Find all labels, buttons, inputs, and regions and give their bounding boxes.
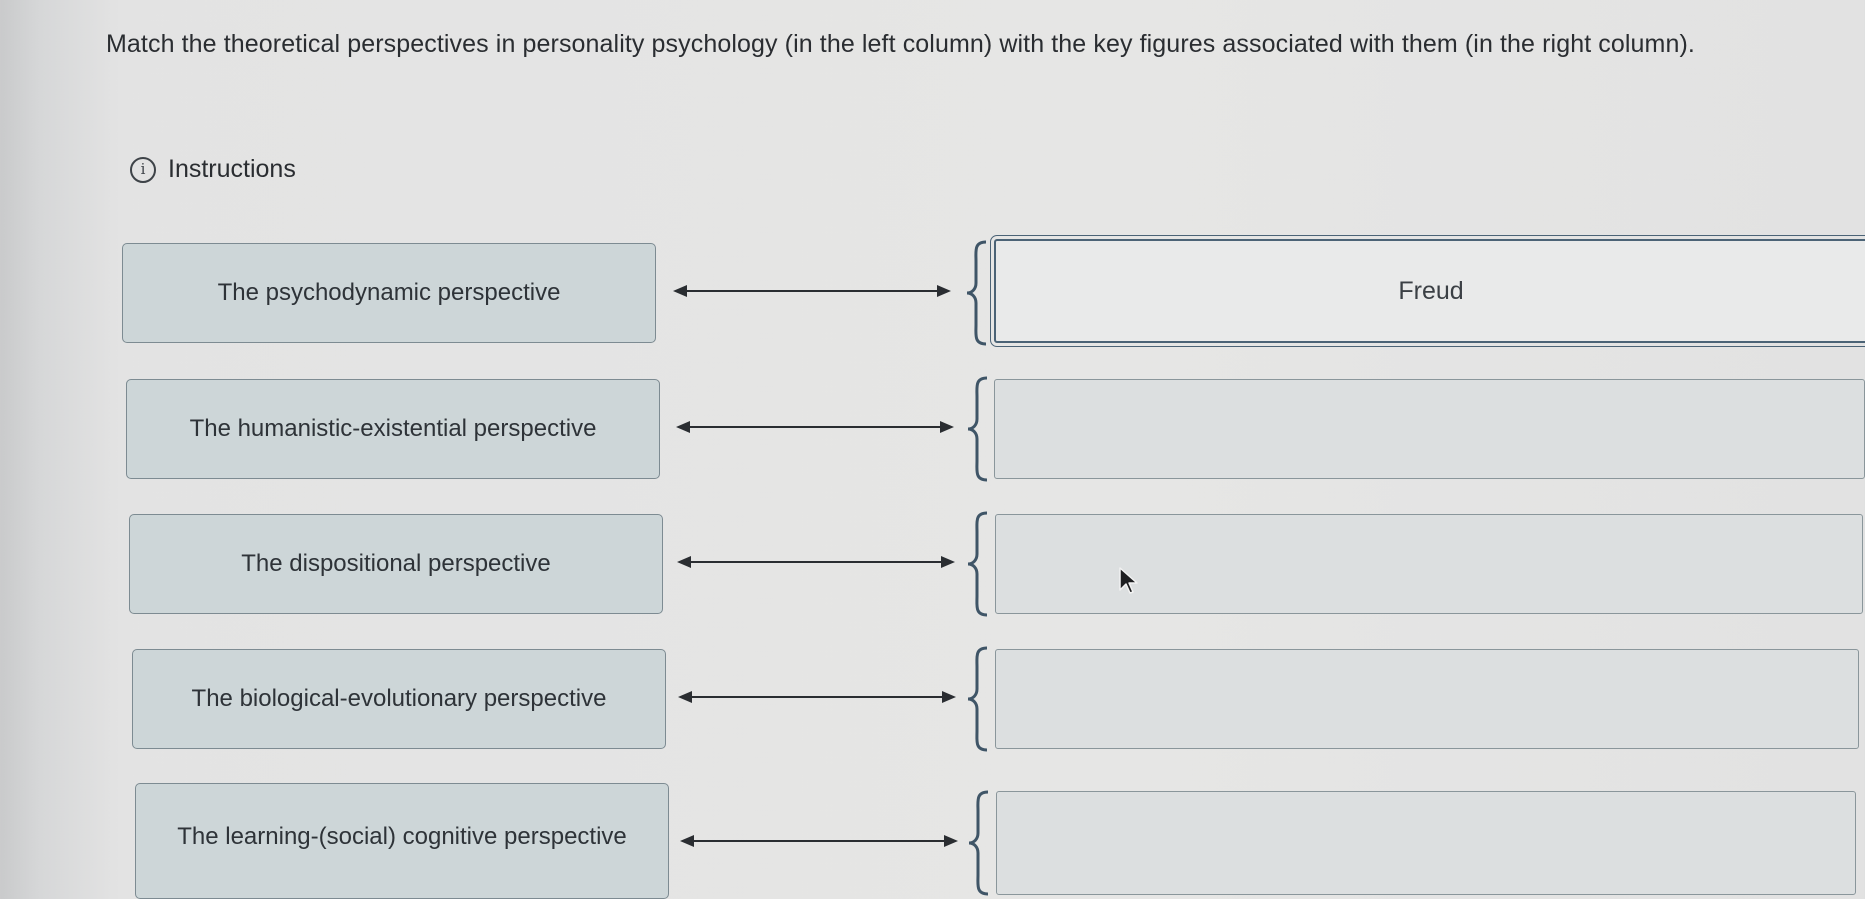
instructions-label: Instructions — [168, 155, 296, 183]
perspective-card-learning-social-cognitive[interactable]: The learning-(social) cognitive perspect… — [135, 783, 669, 899]
perspective-card-humanistic-existential[interactable]: The humanistic-existential perspective — [126, 379, 660, 479]
double-headed-arrow-icon — [677, 556, 955, 568]
answer-dropzone-2[interactable] — [994, 379, 1865, 479]
match-row: The humanistic-existential perspective — [0, 376, 1865, 483]
match-row: The biological-evolutionary perspective — [0, 646, 1865, 753]
answer-dropzone-3[interactable] — [995, 514, 1863, 614]
double-headed-arrow-icon — [673, 285, 951, 297]
double-headed-arrow-icon — [676, 421, 954, 433]
perspective-label: The dispositional perspective — [241, 549, 551, 577]
answer-dropzone-5[interactable] — [996, 791, 1856, 895]
perspective-label: The psychodynamic perspective — [217, 278, 561, 306]
left-brace-icon — [967, 646, 988, 752]
left-brace-icon — [968, 790, 989, 896]
left-brace-icon — [967, 511, 988, 617]
instructions-toggle[interactable]: i Instructions — [130, 155, 296, 184]
double-headed-arrow-icon — [678, 691, 956, 703]
answer-dropzone-4[interactable] — [995, 649, 1859, 749]
question-prompt: Match the theoretical perspectives in pe… — [106, 30, 1695, 58]
perspective-label: The learning-(social) cognitive perspect… — [177, 822, 627, 850]
double-headed-arrow-icon — [680, 835, 958, 847]
left-brace-icon — [966, 240, 987, 346]
mouse-pointer-icon — [1119, 567, 1138, 594]
perspective-card-dispositional[interactable]: The dispositional perspective — [129, 514, 663, 614]
match-row: The psychodynamic perspective Freud — [0, 235, 1865, 347]
perspective-label: The biological-evolutionary perspective — [191, 684, 607, 712]
left-brace-icon — [967, 376, 988, 482]
perspective-card-psychodynamic[interactable]: The psychodynamic perspective — [122, 243, 656, 343]
info-icon: i — [130, 156, 156, 183]
perspective-card-biological-evolutionary[interactable]: The biological-evolutionary perspective — [132, 649, 666, 749]
perspective-label: The humanistic-existential perspective — [189, 414, 597, 442]
match-row: The learning-(social) cognitive perspect… — [0, 783, 1865, 899]
match-row: The dispositional perspective — [0, 511, 1865, 618]
answer-dropzone-1[interactable]: Freud — [990, 235, 1865, 347]
answer-chip[interactable]: Freud — [1398, 277, 1463, 306]
